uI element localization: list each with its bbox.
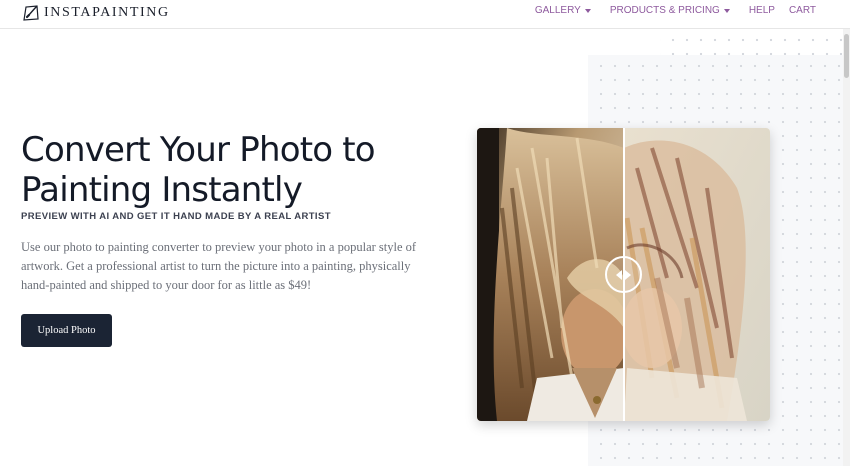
hero-subtitle: PREVIEW WITH AI AND GET IT HAND MADE BY …	[21, 211, 331, 222]
main-nav: GALLERY PRODUCTS & PRICING HELP CART	[535, 5, 816, 16]
paint-canvas-logo-icon	[23, 5, 39, 21]
photo-painting-comparison[interactable]	[477, 128, 770, 421]
arrow-left-icon	[616, 269, 622, 280]
site-header: INSTAPAINTING GALLERY PRODUCTS & PRICING…	[0, 0, 850, 29]
comparison-slider-handle[interactable]	[605, 256, 642, 293]
upload-photo-button[interactable]: Upload Photo	[21, 314, 112, 347]
nav-cart-label: CART	[788, 5, 816, 16]
brand-logo[interactable]: INSTAPAINTING	[22, 3, 170, 23]
hero-title-line2: Painting Instantly	[21, 170, 303, 210]
hero-description: Use our photo to painting converter to p…	[21, 240, 417, 292]
hero-title: Convert Your Photo to Painting Instantly	[21, 130, 441, 210]
nav-gallery-label: GALLERY	[534, 5, 581, 16]
scrollbar-track[interactable]	[843, 29, 850, 466]
caret-down-icon	[723, 8, 730, 13]
scrollbar-thumb[interactable]	[844, 34, 849, 78]
brand-name: INSTAPAINTING	[44, 5, 170, 20]
arrow-right-icon	[625, 269, 631, 280]
nav-help[interactable]: HELP	[749, 5, 775, 16]
caret-down-icon	[584, 8, 591, 13]
hero-title-line1: Convert Your Photo to	[21, 130, 376, 170]
nav-help-label: HELP	[748, 5, 775, 16]
nav-products-pricing[interactable]: PRODUCTS & PRICING	[610, 5, 730, 16]
nav-gallery[interactable]: GALLERY	[535, 5, 591, 16]
nav-products-label: PRODUCTS & PRICING	[609, 5, 720, 16]
nav-cart[interactable]: CART	[789, 5, 816, 16]
painted-version	[624, 128, 770, 421]
